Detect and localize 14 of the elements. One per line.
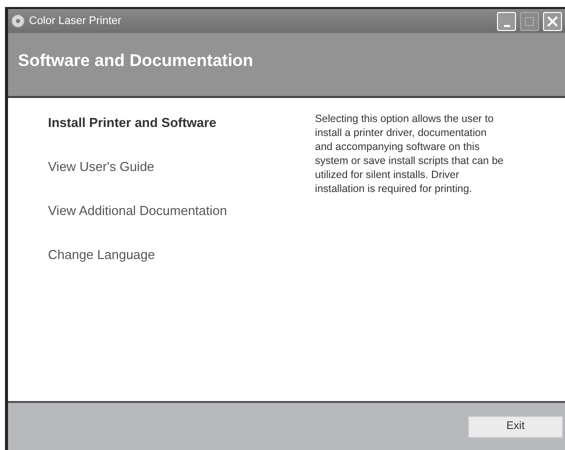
close-button[interactable] [543,12,562,30]
window-title: Color Laser Printer [29,14,122,29]
minimize-button[interactable] [497,12,516,30]
option-description: Selecting this option allows the user to install a printer driver, documentation and accompanying software on this system or save install scripts that can be utilized for silent installs. Driver installation is required for printing. [315,112,504,197]
minimize-icon [504,24,510,26]
exit-button[interactable]: Exit [468,416,563,438]
menu-option[interactable]: Install Printer and Software [48,112,315,134]
disc-icon [11,14,25,28]
header-title: Software and Documentation [18,50,254,72]
menu-option[interactable]: View Additional Documentation [48,200,315,222]
close-icon [547,16,558,26]
menu-option[interactable]: Change Language [48,244,315,266]
maximize-icon [525,16,534,26]
menu-option[interactable]: View User's Guide [48,156,315,178]
